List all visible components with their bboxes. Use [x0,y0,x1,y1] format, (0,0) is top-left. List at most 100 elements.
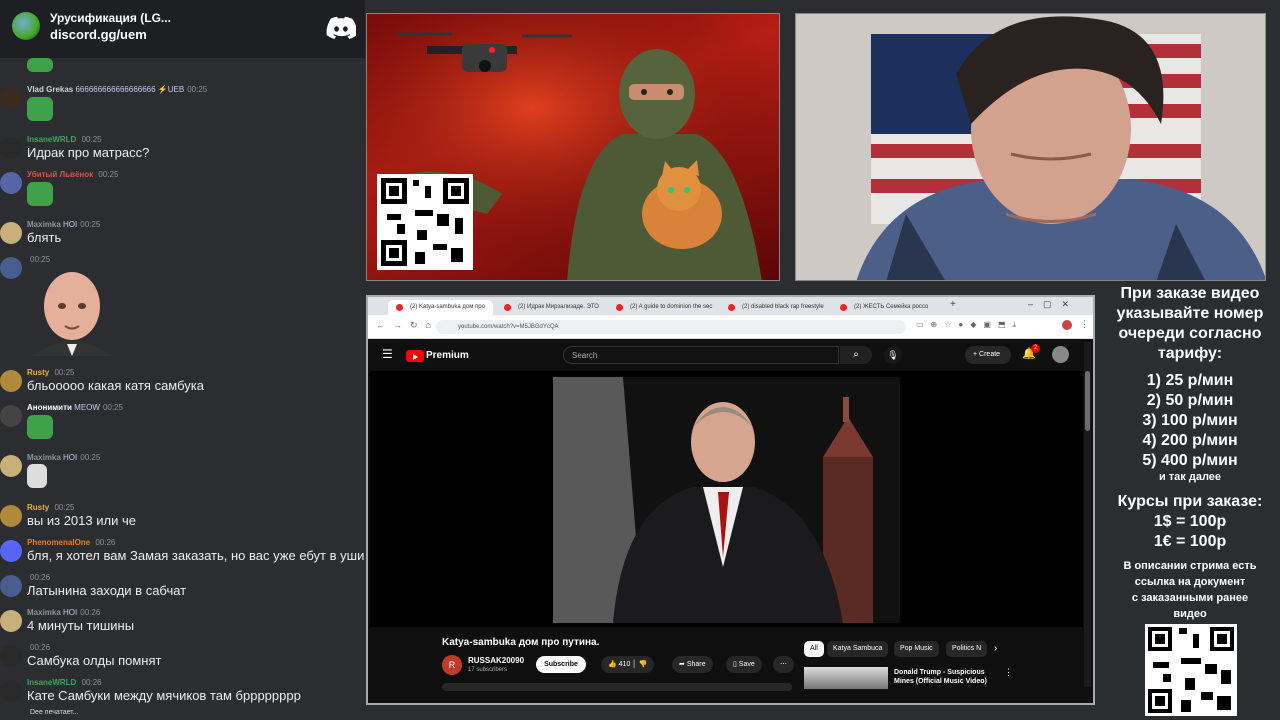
profile-icon[interactable] [1062,320,1072,330]
message-text: Идрак про матрасс? [27,145,150,160]
chat-message[interactable]: Maximka HOI 00:26 4 минуты тишины [0,608,365,633]
youtube-icon [728,304,735,311]
chat-message[interactable]: Maximka HOI 00:25 блять [0,220,365,245]
user-avatar[interactable] [0,505,22,527]
user-avatar[interactable] [0,257,22,279]
username[interactable]: PhenomenalOne [27,538,90,547]
timestamp: 00:25 [102,403,123,412]
user-avatar[interactable] [0,455,22,477]
hamburger-icon[interactable]: ☰ [382,347,393,361]
user-avatar[interactable] [0,540,22,562]
chat-message[interactable]: PhenomenalOne 00:26 бля, я хотел вам Зама… [0,538,365,563]
search-icon[interactable]: ⌕ [840,346,872,364]
chat-message[interactable]: InsaneWRLD 00:25 Идрак про матрасс? [0,135,365,160]
user-avatar[interactable] [0,172,22,194]
chip-katya-sambuca[interactable]: Katya Sambuca [827,641,889,657]
user-avatar[interactable] [0,645,22,667]
chip-all[interactable]: All [804,641,824,657]
new-tab-icon[interactable]: + [950,299,956,310]
username[interactable]: Maximka [27,608,61,617]
youtube-logo-icon[interactable] [406,350,424,362]
heading-line: При заказе видео [1120,285,1260,302]
chat-message[interactable]: Rusty 00:25 вы из 2013 или че [0,503,365,528]
search-input[interactable]: Search [563,346,839,364]
user-avatar[interactable] [0,370,22,392]
username[interactable]: InsaneWRLD [27,135,76,144]
tab[interactable]: (2) Идрак Мирзализаде. ЭТО [496,300,606,315]
username[interactable]: Vlad Grekas [27,85,73,94]
chat-message[interactable]: Vlad Grekas 666666666666666666 ⚡UEB 00:25 [0,85,365,121]
description-box[interactable] [442,683,792,691]
create-button[interactable]: + Create [965,346,1011,364]
username[interactable]: Rusty [27,503,49,512]
chevron-right-icon[interactable]: › [994,643,997,654]
tab[interactable]: (2) ЖЕСТЬ Семейка россо [832,300,942,315]
timestamp: 00:25 [80,453,101,462]
webcam-panel [795,13,1266,281]
timestamp: 00:26 [81,678,102,687]
server-invite-link[interactable]: discord.gg/uem [50,27,147,42]
chat-message[interactable]: InsaneWRLD 00:26 Кате Самбуки между мячик… [0,678,365,703]
username[interactable]: Maximka [27,220,61,229]
chip-politics[interactable]: Politics N [946,641,988,657]
recommended-thumbnail[interactable] [804,667,888,689]
sticker [27,58,53,72]
channel-name[interactable]: RUSSAK20090 [468,656,524,665]
save-button[interactable]: ▯ Save [726,656,762,673]
url-field[interactable]: youtube.com/watch?v=M5JBGdYcQA [436,320,906,334]
username[interactable]: Анонимити [27,403,72,412]
timestamp: 00:25 [30,255,51,264]
username[interactable]: Убитый Львёнок [27,170,93,179]
recommended-menu-icon[interactable]: ⋮ [1004,667,1013,678]
chat-message[interactable]: Maximka HOI 00:25 [0,453,365,477]
chat-message[interactable]: Rusty 00:25 бльооооо какая катя самбука [0,368,365,393]
user-badge: HOI [63,453,78,462]
tab[interactable]: (2) disabled black rap freestyle [720,300,830,315]
nav-buttons[interactable]: ←→↻⌂ [376,320,439,331]
channel-avatar[interactable]: R [442,655,462,675]
user-avatar[interactable] [0,575,22,597]
stream-note: В описании стрима есть ссылка на докумен… [1100,558,1280,622]
tab-label: (2) Идрак Мирзализаде. ЭТО [518,304,599,310]
user-avatar[interactable] [0,87,22,109]
share-button[interactable]: ➦ Share [672,656,713,673]
user-avatar[interactable] [0,222,22,244]
more-actions-button[interactable]: ⋯ [773,656,794,673]
qr-code [1145,624,1237,716]
video-player[interactable] [370,371,1083,627]
note-line: с заказанными ранее [1131,592,1249,604]
tariff-item: 3) 100 р/мин [1142,412,1238,429]
menu-icon[interactable]: ⋮ [1080,319,1089,330]
tab-label: (2) A guide to dominion the sec [630,304,713,310]
rates: Курсы при заказе: 1$ = 100р 1€ = 100р [1100,492,1280,552]
scrollbar-thumb[interactable] [1085,371,1090,431]
server-name: Урусификация (LG... [50,11,171,25]
rate-item: 1$ = 100р [1153,513,1227,530]
username[interactable]: Maximka [27,453,61,462]
chat-message[interactable]: Анонимити MEOW 00:25 [0,403,365,439]
username[interactable]: Rusty [27,368,49,377]
window-controls[interactable]: –▢✕ [1028,299,1079,310]
like-button[interactable]: 👍 410 │ 👎 [601,656,655,673]
extension-icons[interactable]: ▭⊕☆●◆▣⬒⤓ [916,320,1023,330]
pepe-sticker [27,182,53,206]
subscriber-count: 17 subscribers [468,667,508,673]
account-avatar[interactable] [1052,346,1069,363]
server-avatar[interactable] [12,12,40,40]
chat-message[interactable]: 00:26 Латынина заходи в сабчат [0,573,365,598]
user-avatar[interactable] [0,405,22,427]
microphone-icon[interactable]: 🎙 [884,346,902,364]
user-avatar[interactable] [0,610,22,632]
tab-active[interactable]: (2) Katya-sambuka дом про [388,300,493,315]
message-meta: Убитый Львёнок 00:25 [27,170,118,179]
user-avatar[interactable] [0,680,22,702]
chat-message[interactable]: Убитый Львёнок 00:25 [0,170,365,206]
message-meta: Maximka HOI 00:25 [27,220,100,229]
user-avatar[interactable] [0,137,22,159]
recommended-title[interactable]: Donald Trump - Suspicious Mines (Officia… [894,668,994,686]
tab[interactable]: (2) A guide to dominion the sec [608,300,718,315]
chat-message[interactable]: 00:26 Самбука олды помнят [0,643,365,668]
chip-pop-music[interactable]: Pop Music [894,641,939,657]
username[interactable]: InsaneWRLD [27,678,76,687]
subscribe-button[interactable]: Subscribe [536,656,586,673]
